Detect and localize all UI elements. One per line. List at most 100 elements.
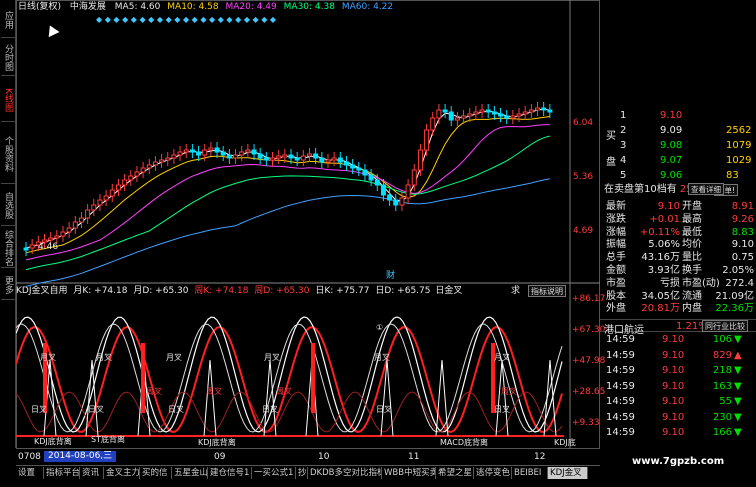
cai-marker[interactable]: 财 [386,271,395,282]
bottom-tab-5[interactable]: 五星金山 [172,467,208,479]
vtab-0[interactable]: 应用 [1,2,15,38]
ma-line-0 [25,108,550,249]
vtab-1[interactable]: 分时图 [1,40,15,76]
order-price: 9.07 [660,155,683,166]
tick-row-5[interactable]: 14:59 9.10 230 ▼ [600,412,756,423]
kdj-annotation-13: 日叉 [262,405,278,414]
bottom-tab-2[interactable]: 资讯 [80,467,104,479]
quote-label: 涨幅 [606,226,626,238]
quote-label: 市盈 [606,277,626,289]
kdj-annotation-15: 日叉 [494,405,510,414]
bottom-tab-6[interactable]: 建仓信号1 [208,467,252,479]
bottom-tab-3[interactable]: 金叉主力 [104,467,140,479]
tick-row-4[interactable]: 14:59 9.10 55 ▼ [600,396,756,407]
candle-body [541,107,547,111]
vtab-5[interactable]: 综合排名 [1,228,15,268]
candle-body [522,111,528,115]
vtab-4[interactable]: 自选股 [1,186,15,226]
bottom-tab-13[interactable]: BEIBEI [512,467,548,479]
arrow-down-icon: ▼ [734,427,742,438]
arrow-down-icon: ▼ [734,396,742,407]
bottom-tab-7[interactable]: 一买公式1 [252,467,296,479]
arrow-down-icon: ▼ [734,334,742,345]
watermark: www.7gpzb.com [632,456,725,467]
candle-body [535,107,541,111]
kdj-title[interactable]: KDJ金叉自用 [16,286,68,296]
kdj-annotation-5: 月叉 [494,353,510,362]
kdj-annotation-8: 周叉 [276,387,292,396]
quote-value: 20.81万 [641,303,680,315]
week-d: 周D: +65.30 [254,286,310,296]
vtab-6[interactable]: 更多 [1,270,15,300]
bottom-tab-9[interactable]: DKDB多空对比指标 [308,467,382,479]
quote-label-2: 流通 [682,290,702,302]
bottom-tab-8[interactable]: 抄 [296,467,308,479]
tick-price: 9.10 [662,365,685,376]
candle-body [189,149,195,153]
order-row-1[interactable]: 1 9.10 [600,110,756,121]
candle-body [251,149,257,155]
candle-body [393,199,399,206]
x-month-09: 09 [214,452,226,462]
signal-diamonds: ◆ ◆ ◆ ◆ ◆ ◆ ◆ ◆ ◆ ◆ ◆ ◆ ◆ ◆ ◆ ◆ ◆ ◆ ◆ ◆ … [96,15,277,24]
order-book: 买 盘 1 9.10 2 9.09 2562 3 9.08 1079 4 9.07 1029 5 9.0… [600,0,756,196]
order-row-4[interactable]: 4 9.07 1029 [600,155,756,166]
bottom-indicator-tabs: 设置 指标平台 资讯 金叉主力 买的信 五星金山 建仓信号1 一买公式1 抄 DKDB多空对比指标… [16,465,600,479]
arrow-up-icon: ▲ [734,349,742,361]
tick-price: 9.10 [662,411,685,423]
industry-compare-button[interactable]: 同行业比较 [702,320,748,332]
tick-row-6[interactable]: 14:59 9.10 166 ▼ [600,427,756,438]
quote-value-2: 2.05% [722,265,754,276]
candle-body [202,149,208,156]
bottom-tab-4[interactable]: 买的信 [140,467,172,479]
tick-price: 9.10 [662,380,685,392]
candle-body [491,111,497,115]
tick-row-2[interactable]: 14:59 9.10 218 ▼ [600,365,756,376]
quote-label-2: 最高 [682,213,702,225]
bottom-tab-12[interactable]: 逃停变色 [474,467,512,479]
candle-body [294,157,300,161]
ma30-value: MA30: 4.38 [283,2,335,12]
order-volume: 1029 [726,155,752,166]
kdj-tick-5: +9.33 [572,418,600,428]
chart-area[interactable]: 日线(复权) 中海发展 MA5: 4.60 MA10: 4.58 MA20: 4… [15,0,605,462]
candle-body [461,115,467,119]
vtab-3[interactable]: 个股资料 [1,124,15,184]
tick-row-0[interactable]: 14:59 9.10 106 ▼ [600,334,756,345]
view-detail-button[interactable]: 查看详细 [688,183,724,195]
order-row-3[interactable]: 3 9.08 1079 [600,140,756,151]
quote-label: 振幅 [606,239,626,251]
candle-body [233,154,239,159]
bottom-tab-14[interactable]: KDJ金叉 [548,467,588,479]
quote-row-0: 最新 9.10 开盘 8.91 [600,201,756,212]
tick-list[interactable]: 14:59 9.10 106 ▼ 14:59 9.10 829 ▲ 14:59 9.10 218 ▼ 1… [600,334,756,444]
tick-volume: 163 [712,380,732,392]
candle-body [103,195,109,201]
quote-label: 最新 [606,201,626,212]
tick-row-3[interactable]: 14:59 9.10 163 ▼ [600,381,756,392]
period-label[interactable]: 日线(复权) [18,2,61,12]
quote-label-2: 均价 [682,239,702,251]
bottom-tab-0[interactable]: 设置 [16,467,44,479]
signal-marks [43,343,557,437]
vtab-2[interactable]: K线图 [1,78,15,122]
stock-name: 中海发展 [69,2,106,12]
quote-row-6: 市盈 亏损 市盈(动) 272.4 [600,278,756,289]
candle-body [288,154,294,159]
quote-label-2: 换手 [682,265,702,276]
tick-time: 14:59 [606,349,635,361]
ma20-value: MA20: 4.49 [225,2,277,12]
ma-line-2 [25,124,550,261]
bottom-tab-1[interactable]: 指标平台 [44,467,80,479]
low-price-label: 4.46 [38,242,59,252]
candle-body [380,184,386,196]
indicator-explain-button[interactable]: 指标说明 [528,285,566,297]
tick-row-1[interactable]: 14:59 9.10 829 ▲ [600,350,756,361]
quote-value-2: 21.09亿 [715,290,754,302]
stock-app-window: 应用分时图 K线图个股资料自选股综合排名更多 日线(复权) 中海发展 MA5: 4… [0,0,756,487]
order-row-2[interactable]: 2 9.09 2562 [600,125,756,136]
month-k: 月K: +74.18 [73,286,128,296]
bottom-tab-11[interactable]: 希望之星 [436,467,474,479]
order-row-5[interactable]: 5 9.06 83 [600,170,756,181]
bottom-tab-10[interactable]: WBB中短买卖 [382,467,436,479]
